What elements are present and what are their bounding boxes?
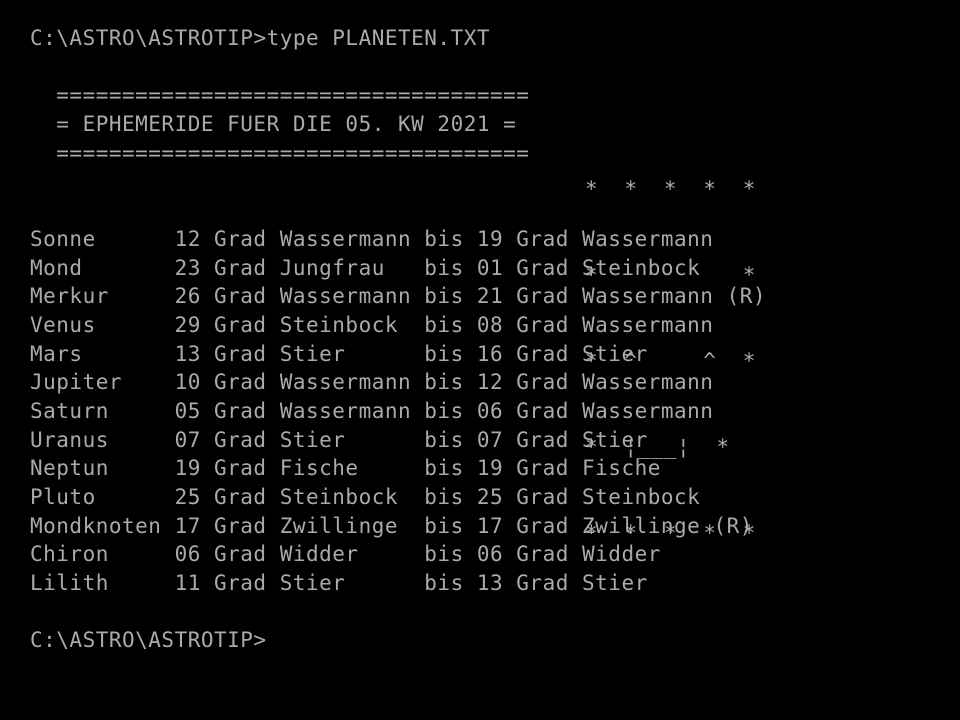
table-row: Neptun 19 Grad Fische bis 19 Grad Fische [30,456,661,481]
table-row: Mond 23 Grad Jungfrau bis 01 Grad Steinb… [30,255,701,280]
table-row: Mars 13 Grad Stier bis 16 Grad Stier [30,341,648,366]
table-row: Pluto 25 Grad Steinbock bis 25 Grad Stei… [30,485,701,509]
table-row: Sonne 12 Grad Wassermann bis 19 Grad Was… [30,226,714,251]
table-row: Merkur 26 Grad Wassermann bis 21 Grad Wa… [30,284,767,309]
ascii-art-row-2: * * [585,262,756,287]
table-row: Saturn 05 Grad Wassermann bis 06 Grad Wa… [30,398,714,423]
table-row: Jupiter 10 Grad Wassermann bis 12 Grad W… [30,370,714,395]
table-row: Venus 29 Grad Steinbock bis 08 Grad Wass… [30,312,714,337]
ascii-art-star-frame: * * * * * * * * ^ ^ * * ¦___¦ * * * * * … [585,117,756,605]
spacer-line-2 [30,167,960,196]
header-border-bottom: ==================================== [30,140,530,165]
table-row: Lilith 11 Grad Stier bis 13 Grad Stier [30,571,648,596]
table-row: Uranus 07 Grad Stier bis 07 Grad Stier [30,427,648,452]
ascii-art-row-3: * ^ ^ * [585,348,756,373]
ascii-art-row-4: * ¦___¦ * [585,435,730,460]
command-prompt-line: C:\ASTRO\ASTROTIP>type PLANETEN.TXT [30,26,491,50]
ephemeris-table: Sonne 12 Grad Wassermann bis 19 Grad Was… [30,225,960,598]
header-title-line: = EPHEMERIDE FUER DIE 05. KW 2021 = [30,112,517,137]
ascii-art-row-5: * * * * * [585,521,756,546]
spacer-line-1 [30,53,960,82]
ephemeris-header-block: ==================================== = E… [30,81,960,545]
table-row: Mondknoten 17 Grad Zwillinge bis 17 Grad… [30,513,753,538]
table-row: Chiron 06 Grad Widder bis 06 Grad Widder [30,542,661,567]
spacer-line-4 [30,598,960,627]
final-prompt-line[interactable]: C:\ASTRO\ASTROTIP> [30,626,960,655]
spacer-line-3 [30,196,960,225]
header-border-top: ==================================== [30,83,530,108]
dos-terminal-screen[interactable]: C:\ASTRO\ASTROTIP>type PLANETEN.TXT ====… [0,0,960,720]
ascii-art-row-1: * * * * * [585,176,756,201]
